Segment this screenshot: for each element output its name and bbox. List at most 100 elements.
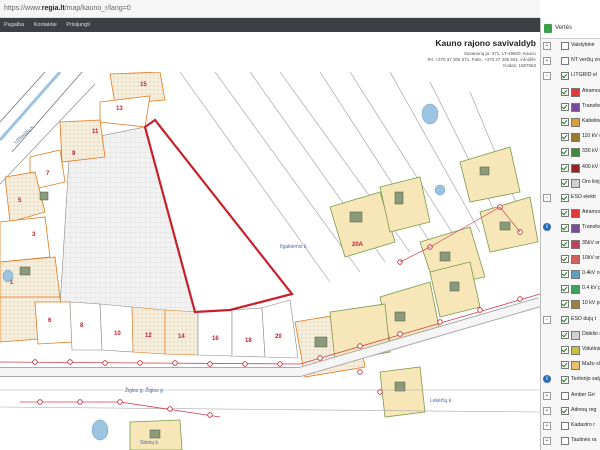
layer-checkbox[interactable] xyxy=(561,224,569,233)
legend-swatch-icon xyxy=(571,209,580,219)
layer-label: Valstybinė xyxy=(571,42,595,48)
tab-values[interactable]: Vertės xyxy=(541,18,600,39)
layer-item[interactable]: 330 kV oro xyxy=(541,145,600,159)
layer-item[interactable]: Kabelinės xyxy=(541,115,600,129)
layer-item[interactable]: Atramos xyxy=(541,85,600,99)
layer-item[interactable]: i Transform xyxy=(541,221,600,235)
layer-item[interactable]: 0.4kV oro xyxy=(541,267,600,281)
layer-checkbox[interactable] xyxy=(561,42,569,50)
layer-checkbox[interactable] xyxy=(561,270,569,278)
layer-checkbox[interactable] xyxy=(561,376,569,385)
layer-group[interactable]: + NT verčių zon xyxy=(541,54,600,68)
layer-group[interactable]: + Kadastro r xyxy=(541,419,600,433)
layer-checkbox[interactable] xyxy=(561,163,569,172)
parcel-label: 14 xyxy=(178,334,185,340)
layer-group[interactable]: + Adresų reg xyxy=(541,404,600,418)
legend-swatch-icon xyxy=(571,102,580,112)
layer-checkbox[interactable] xyxy=(561,72,569,81)
expand-icon[interactable]: + xyxy=(543,391,551,400)
layer-label: 35kV oro xyxy=(582,239,600,246)
layer-label: Amber Gri xyxy=(571,391,595,398)
info-icon[interactable]: i xyxy=(543,375,551,384)
layer-checkbox[interactable] xyxy=(561,148,569,157)
layer-group[interactable]: + Amber Gri xyxy=(541,389,600,403)
layer-item[interactable]: Transform xyxy=(541,100,600,114)
layer-checkbox[interactable] xyxy=(561,406,569,415)
layer-label: Oro linijų xyxy=(582,178,600,185)
layer-checkbox[interactable] xyxy=(561,87,569,96)
contact-line: Tel. +370 37 305 571, Faks. +370 37 305 … xyxy=(427,57,536,62)
layer-group[interactable]: + Valstybinė xyxy=(541,39,600,53)
layer-checkbox[interactable] xyxy=(561,209,569,218)
collapse-icon[interactable]: − xyxy=(543,194,551,202)
expand-icon[interactable]: + xyxy=(543,406,551,415)
legend-swatch-icon xyxy=(571,118,580,127)
layer-item[interactable]: Mažo slė xyxy=(541,358,600,372)
layer-item[interactable]: 0.4 kV po xyxy=(541,282,600,296)
layer-label: 400 kV oro xyxy=(582,163,600,170)
layer-group[interactable]: − LITGRID el xyxy=(541,69,600,83)
layer-label: Mažo slė xyxy=(582,361,600,368)
layer-item[interactable]: Vidutinio xyxy=(541,343,600,357)
layer-checkbox[interactable] xyxy=(561,194,569,202)
info-icon[interactable]: i xyxy=(543,223,551,232)
field-label: Ilgakiemio k. xyxy=(280,244,308,250)
nav-help[interactable]: Pagalba xyxy=(4,22,24,28)
url-host: regia.lt xyxy=(41,5,65,12)
url-path: /map/kauno_r/lang=0 xyxy=(64,5,131,12)
layer-checkbox[interactable] xyxy=(561,102,569,111)
layer-group[interactable]: − ESO elektr xyxy=(541,191,600,205)
layer-checkbox[interactable] xyxy=(561,391,569,400)
expand-icon[interactable]: + xyxy=(543,422,551,430)
layer-label: 0.4kV oro xyxy=(582,270,600,276)
expand-icon[interactable]: + xyxy=(543,57,551,66)
layer-checkbox[interactable] xyxy=(561,285,569,294)
road-label-top: Užliedžių k. xyxy=(13,124,36,146)
layer-checkbox[interactable] xyxy=(561,361,569,370)
layer-item[interactable]: 400 kV oro xyxy=(541,161,600,175)
layer-checkbox[interactable] xyxy=(561,315,569,324)
village-label-2: Stirnių k. xyxy=(140,440,159,446)
collapse-icon[interactable]: − xyxy=(543,315,551,324)
layer-item[interactable]: 10 kV pož xyxy=(541,297,600,311)
layer-label: 10kV oro xyxy=(582,254,600,261)
legend-swatch-icon xyxy=(571,87,580,97)
url-prefix: https://www. xyxy=(4,5,42,12)
parcel-label: 12 xyxy=(145,333,152,339)
expand-icon[interactable]: + xyxy=(543,437,551,446)
parcel-label: 10 xyxy=(114,331,121,337)
layer-checkbox[interactable] xyxy=(561,239,569,248)
layer-checkbox[interactable] xyxy=(561,133,569,142)
layer-label: Transform xyxy=(582,102,600,109)
nav-login[interactable]: Prisijungti xyxy=(66,22,90,28)
map-canvas[interactable]: 15 13 11 9 7 5 3 1 6 8 10 12 14 16 18 20… xyxy=(0,72,540,450)
nav-contacts[interactable]: Kontaktai xyxy=(34,22,57,28)
layer-checkbox[interactable] xyxy=(561,330,569,339)
top-navbar: Pagalba Kontaktai Prisijungti xyxy=(0,18,540,32)
layer-checkbox[interactable] xyxy=(561,300,569,309)
layer-checkbox[interactable] xyxy=(561,57,569,66)
layer-item[interactable]: i Teritorijo salygonim xyxy=(541,373,600,387)
layer-item[interactable]: 10kV oro xyxy=(541,252,600,266)
layer-item[interactable]: Oro linijų xyxy=(541,176,600,190)
layer-item[interactable]: Didelio sl xyxy=(541,328,600,342)
layer-label: Kabelinės xyxy=(582,118,600,124)
layer-label: Atramos xyxy=(582,87,600,94)
layer-checkbox[interactable] xyxy=(561,254,569,263)
layer-group[interactable]: + Tautinės ra xyxy=(541,434,600,448)
legend-swatch-icon xyxy=(571,300,580,310)
layer-checkbox[interactable] xyxy=(561,346,569,354)
layer-checkbox[interactable] xyxy=(561,422,569,430)
layer-checkbox[interactable] xyxy=(561,178,569,187)
layer-label: Tautinės ra xyxy=(571,437,597,444)
layer-group[interactable]: − ESO dujų t xyxy=(541,313,600,327)
layer-checkbox[interactable] xyxy=(561,437,569,446)
address-bar[interactable]: https://www.regia.lt/map/kauno_r/lang=0 xyxy=(0,0,540,18)
layer-checkbox[interactable] xyxy=(561,118,569,126)
layer-item[interactable]: 110 kV oro xyxy=(541,130,600,144)
layer-item[interactable]: Atramos xyxy=(541,206,600,220)
expand-icon[interactable]: + xyxy=(543,42,551,50)
collapse-icon[interactable]: − xyxy=(543,72,551,81)
layer-item[interactable]: 35kV oro xyxy=(541,237,600,251)
cadastral-map[interactable]: 15 13 11 9 7 5 3 1 6 8 10 12 14 16 18 20… xyxy=(0,72,540,450)
